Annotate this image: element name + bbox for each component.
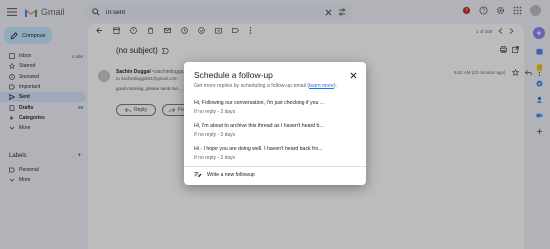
option-text: Hi, I'm about to archive this thread as … <box>194 123 324 129</box>
followup-option[interactable]: Hi - I hope you are doing well. I haven'… <box>194 146 356 161</box>
schedule-followup-dialog: Schedule a follow-up Get more replies by… <box>184 62 366 185</box>
edit-note-icon <box>194 171 202 178</box>
followup-option[interactable]: Hi, I'm about to archive this thread as … <box>194 123 356 138</box>
dialog-divider <box>184 166 366 167</box>
dialog-subtitle: Get more replies by scheduling a follow-… <box>194 83 338 89</box>
subtitle-text: Get more replies by scheduling a follow-… <box>194 83 306 89</box>
dialog-title: Schedule a follow-up <box>194 70 273 80</box>
option-meta: If no reply - 3 days <box>194 155 236 161</box>
learn-more-link[interactable]: learn more <box>309 83 334 89</box>
followup-option[interactable]: Hi, Following our conversation, I'm just… <box>194 100 356 115</box>
close-button[interactable] <box>348 70 358 80</box>
option-meta: If no reply - 3 days <box>194 109 236 115</box>
option-text: Hi, Following our conversation, I'm just… <box>194 100 325 106</box>
option-meta: If no reply - 3 days <box>194 132 236 138</box>
option-text: Hi - I hope you are doing well. I haven'… <box>194 146 323 152</box>
write-new-label: Write a new followup <box>207 171 255 178</box>
write-new-followup-button[interactable]: Write a new followup <box>194 171 255 178</box>
close-icon <box>350 72 356 78</box>
